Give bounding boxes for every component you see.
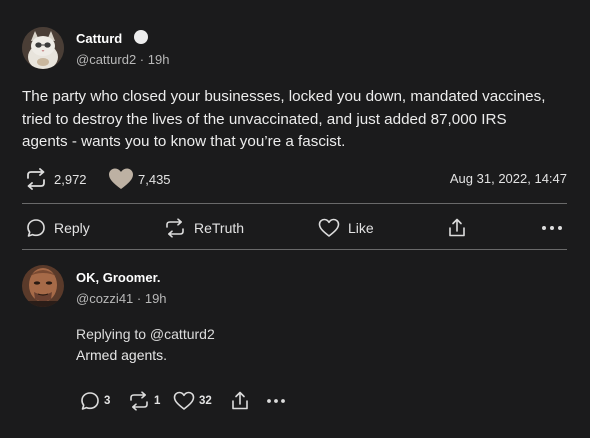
reply-icon bbox=[81, 392, 99, 410]
post-action-bar: Reply ReTruth Like bbox=[22, 214, 568, 242]
reply-author-name[interactable]: OK, Groomer. bbox=[76, 270, 161, 285]
post-timestamp: Aug 31, 2022, 14:47 bbox=[449, 171, 567, 186]
reply-reply-count: 3 bbox=[104, 395, 111, 407]
reply-reply-button[interactable]: 3 bbox=[80, 390, 110, 412]
reply-body: Armed agents. bbox=[76, 347, 168, 363]
portrait-avatar-icon bbox=[22, 265, 64, 307]
reply-like-count: 32 bbox=[199, 395, 212, 407]
reply-button[interactable]: Reply bbox=[26, 214, 90, 242]
post-handle: @catturd2 bbox=[76, 52, 137, 67]
truth-thread: Catturd @catturd2 · 19h The party who cl… bbox=[0, 0, 590, 438]
retruth-stat[interactable]: 2,972 bbox=[24, 167, 87, 191]
more-options-button[interactable] bbox=[541, 214, 563, 242]
reply-icon bbox=[27, 219, 45, 237]
reply-time: 19h bbox=[144, 291, 167, 306]
reply-share-button[interactable] bbox=[231, 390, 253, 412]
retruth-icon bbox=[27, 168, 45, 190]
share-icon bbox=[449, 218, 465, 237]
retruth-button[interactable]: ReTruth bbox=[164, 214, 244, 242]
reply-handle: @cozzi41 bbox=[76, 291, 134, 306]
share-button[interactable] bbox=[448, 214, 474, 242]
reply-action-bar: 3 1 32 bbox=[80, 390, 300, 412]
post-time: 19h bbox=[147, 52, 170, 67]
post-author-handle[interactable]: @catturd2 · 19h bbox=[76, 52, 169, 67]
like-label: Like bbox=[348, 220, 374, 236]
post-body: The party who closed your businesses, lo… bbox=[22, 88, 546, 150]
dot-separator: · bbox=[136, 52, 148, 67]
heart-filled-icon bbox=[109, 168, 133, 189]
more-dots-icon bbox=[542, 226, 562, 230]
like-stat[interactable]: 7,435 bbox=[108, 167, 171, 191]
retruth-icon bbox=[130, 391, 148, 411]
catturd-avatar[interactable] bbox=[22, 27, 64, 69]
cat-avatar-icon bbox=[22, 27, 64, 69]
retruth-label: ReTruth bbox=[194, 220, 245, 236]
heart-outline-icon bbox=[318, 218, 340, 237]
reply-label: Reply bbox=[54, 220, 90, 236]
post-author-name[interactable]: Catturd bbox=[76, 31, 122, 46]
reply-retruth-count: 1 bbox=[154, 395, 161, 407]
retruth-icon bbox=[166, 218, 184, 238]
reply-like-button[interactable]: 32 bbox=[173, 390, 212, 412]
dot-separator: · bbox=[133, 291, 145, 306]
reply-retruth-button[interactable]: 1 bbox=[128, 390, 160, 412]
like-count: 7,435 bbox=[138, 171, 171, 187]
retruth-count: 2,972 bbox=[54, 171, 87, 187]
replying-to-text[interactable]: Replying to @catturd2 bbox=[76, 326, 215, 342]
heart-outline-icon bbox=[173, 391, 195, 410]
divider-top bbox=[22, 203, 567, 204]
reply-author-avatar[interactable] bbox=[22, 265, 64, 307]
post-stats: 2,972 7,435 Aug 31, 2022, 14:47 bbox=[24, 167, 570, 191]
share-icon bbox=[232, 391, 248, 410]
reply-author-handle[interactable]: @cozzi41 · 19h bbox=[76, 291, 167, 306]
more-dots-icon bbox=[267, 399, 285, 403]
divider-bottom bbox=[22, 249, 567, 250]
like-button[interactable]: Like bbox=[318, 214, 374, 242]
verified-badge-icon bbox=[134, 30, 148, 44]
reply-more-options-button[interactable] bbox=[266, 390, 290, 412]
